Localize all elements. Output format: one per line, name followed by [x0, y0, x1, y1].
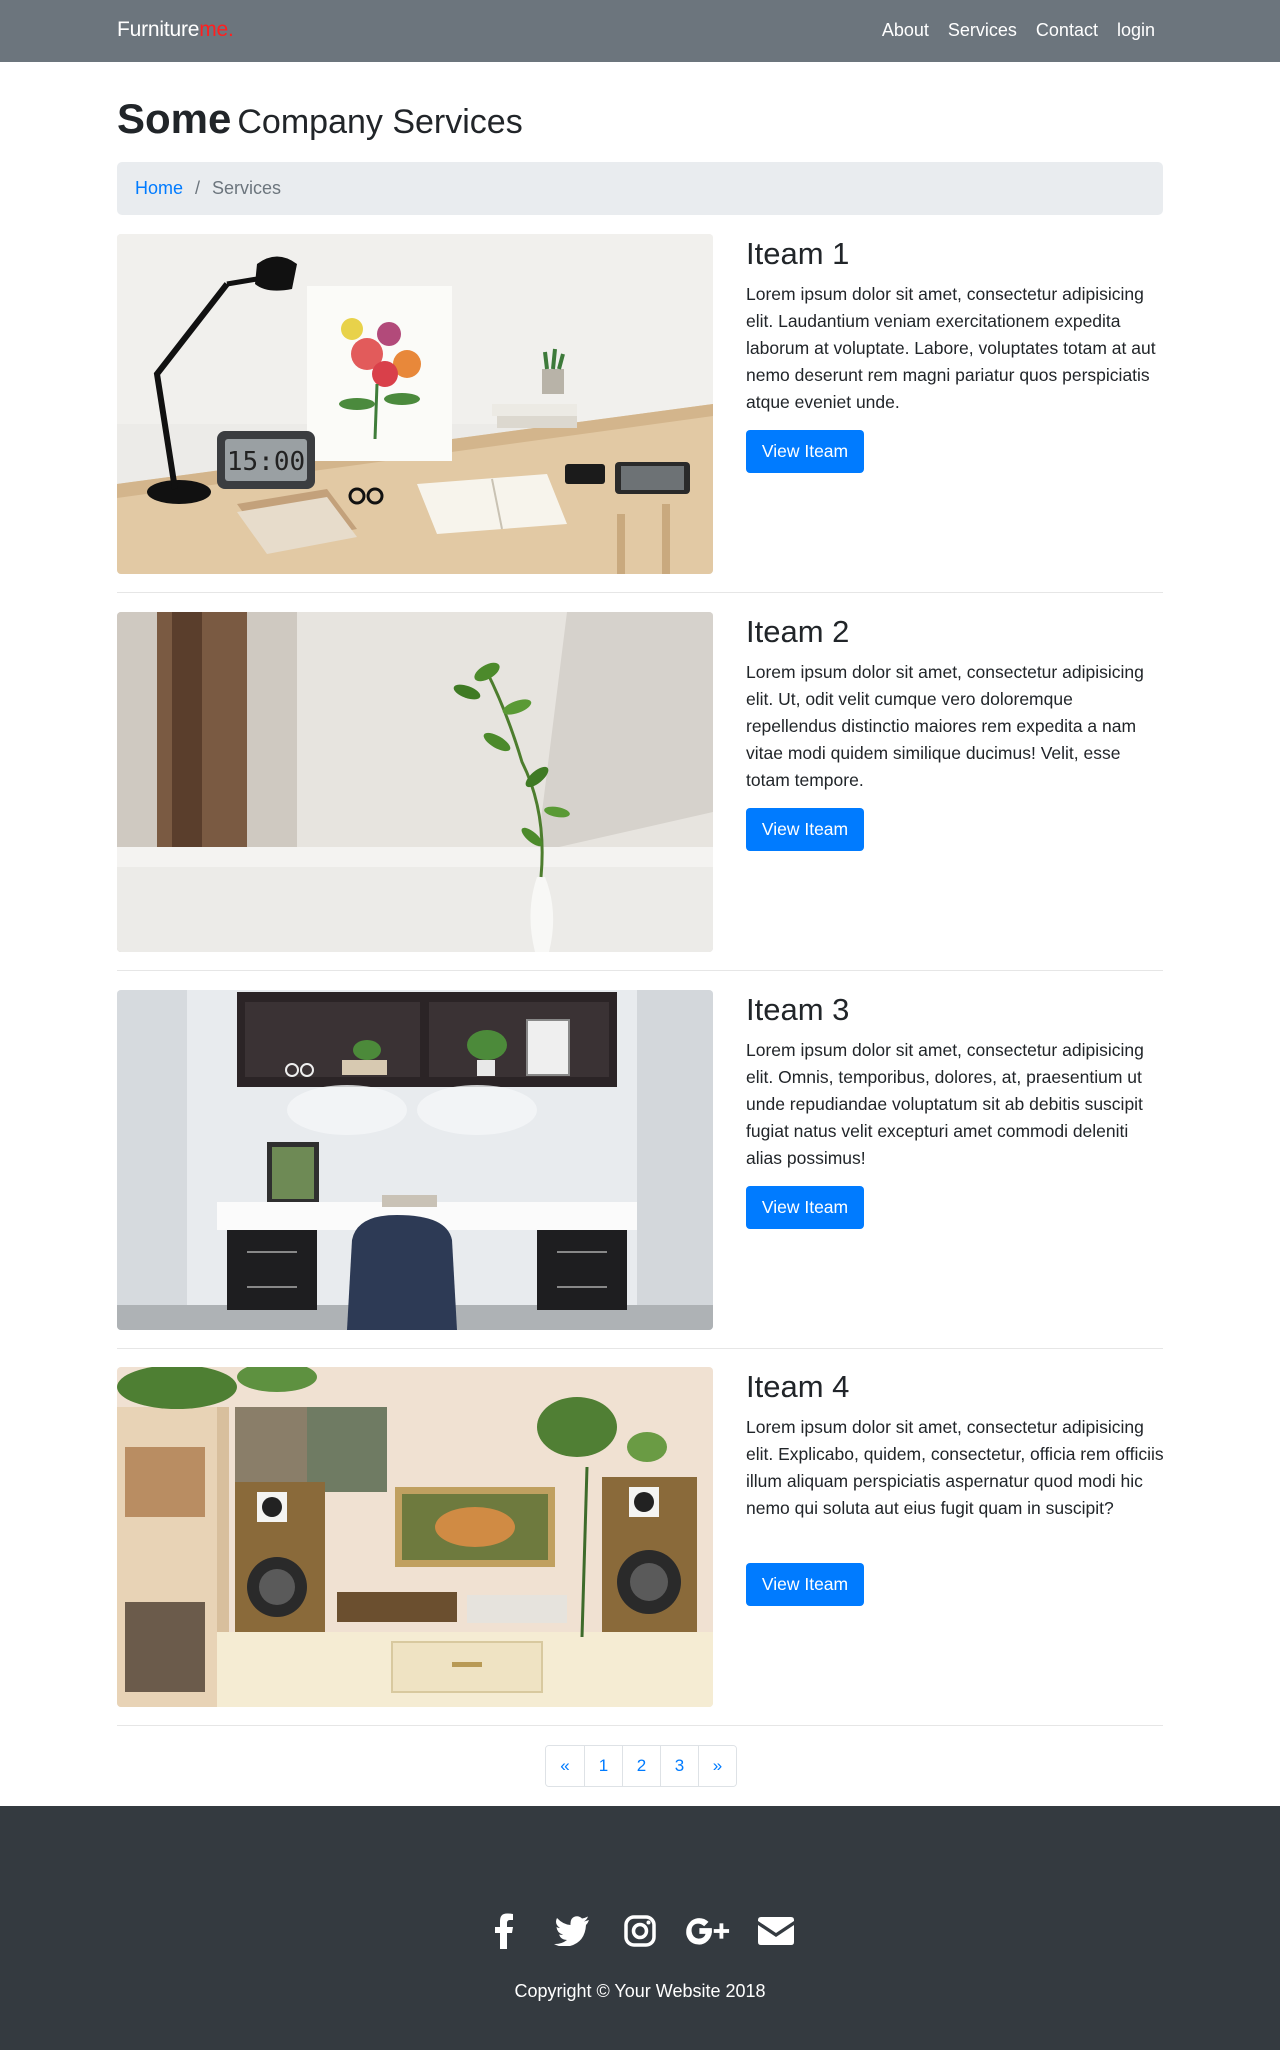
service-item-4: Iteam 4 Lorem ipsum dolor sit amet, cons… — [117, 1367, 1164, 1745]
brand-logo[interactable]: Furnitureme. — [117, 18, 234, 42]
pagination-next[interactable]: » — [698, 1746, 736, 1786]
item-3-description: Lorem ipsum dolor sit amet, consectetur … — [746, 1040, 1144, 1168]
pagination: « 1 2 3 » — [545, 1745, 737, 1787]
breadcrumb-separator: / — [195, 178, 201, 198]
breadcrumb-home-link[interactable]: Home — [135, 178, 183, 199]
item-2-title: Iteam 2 — [746, 614, 850, 649]
page-title-light: Company Services — [237, 103, 523, 141]
footer: Copyright © Your Website 2018 — [0, 1806, 1280, 2050]
item-divider — [117, 970, 1163, 971]
nav-link-contact[interactable]: Contact — [1036, 20, 1098, 41]
item-divider — [117, 592, 1163, 593]
breadcrumb-current: Services — [212, 178, 282, 198]
nav-link-login[interactable]: login — [1117, 20, 1155, 41]
twitter-icon[interactable] — [549, 1911, 595, 1951]
nav-link-services[interactable]: Services — [948, 20, 1017, 41]
item-2-description: Lorem ipsum dolor sit amet, consectetur … — [746, 662, 1144, 790]
brand-accent: me. — [199, 18, 234, 41]
pagination-prev[interactable]: « — [546, 1746, 584, 1786]
svg-text:15:00: 15:00 — [227, 447, 305, 477]
item-1-title: Iteam 1 — [746, 236, 850, 271]
item-4-title: Iteam 4 — [746, 1369, 850, 1404]
desk-shelf-photo — [117, 990, 713, 1330]
pagination-page-1[interactable]: 1 — [584, 1746, 622, 1786]
view-item-4-button[interactable]: View Iteam — [746, 1563, 864, 1606]
facebook-icon[interactable] — [481, 1911, 527, 1951]
pagination-page-2[interactable]: 2 — [622, 1746, 660, 1786]
service-item-2: Iteam 2 Lorem ipsum dolor sit amet, cons… — [117, 612, 1163, 990]
item-divider — [117, 1348, 1163, 1349]
item-1-image[interactable]: 15:00 — [117, 234, 713, 574]
item-4-description: Lorem ipsum dolor sit amet, consectetur … — [746, 1417, 1164, 1518]
pagination-page-3[interactable]: 3 — [660, 1746, 698, 1786]
view-item-1-button[interactable]: View Iteam — [746, 430, 864, 473]
nav-link-about[interactable]: About — [882, 20, 929, 41]
item-divider — [117, 1725, 1163, 1726]
brand-name: Furniture — [117, 18, 200, 41]
page-title: Some Company Services — [117, 95, 523, 143]
item-1-description: Lorem ipsum dolor sit amet, consectetur … — [746, 284, 1156, 412]
copyright-text: Copyright © Your Website 2018 — [514, 1981, 766, 2001]
view-item-3-button[interactable]: View Iteam — [746, 1186, 864, 1229]
service-item-1: 15:00 Iteam 1 Lorem ipsum dolor sit amet… — [117, 234, 1163, 612]
envelope-icon[interactable] — [753, 1911, 799, 1951]
item-4-image[interactable] — [117, 1367, 713, 1707]
desk-lamp-photo: 15:00 — [117, 234, 713, 574]
social-links — [0, 1911, 1280, 1951]
nav-links: About Services Contact login — [882, 20, 1155, 41]
speakers-room-photo — [117, 1367, 713, 1707]
navbar: Furnitureme. About Services Contact logi… — [0, 0, 1280, 62]
service-item-3: Iteam 3 Lorem ipsum dolor sit amet, cons… — [117, 990, 1163, 1368]
page-title-strong: Some — [117, 95, 232, 142]
plant-vase-photo — [117, 612, 713, 952]
item-3-image[interactable] — [117, 990, 713, 1330]
item-3-title: Iteam 3 — [746, 992, 850, 1027]
breadcrumb: Home / Services — [117, 162, 1163, 215]
item-2-image[interactable] — [117, 612, 713, 952]
view-item-2-button[interactable]: View Iteam — [746, 808, 864, 851]
google-plus-icon[interactable] — [685, 1911, 731, 1951]
instagram-icon[interactable] — [617, 1911, 663, 1951]
